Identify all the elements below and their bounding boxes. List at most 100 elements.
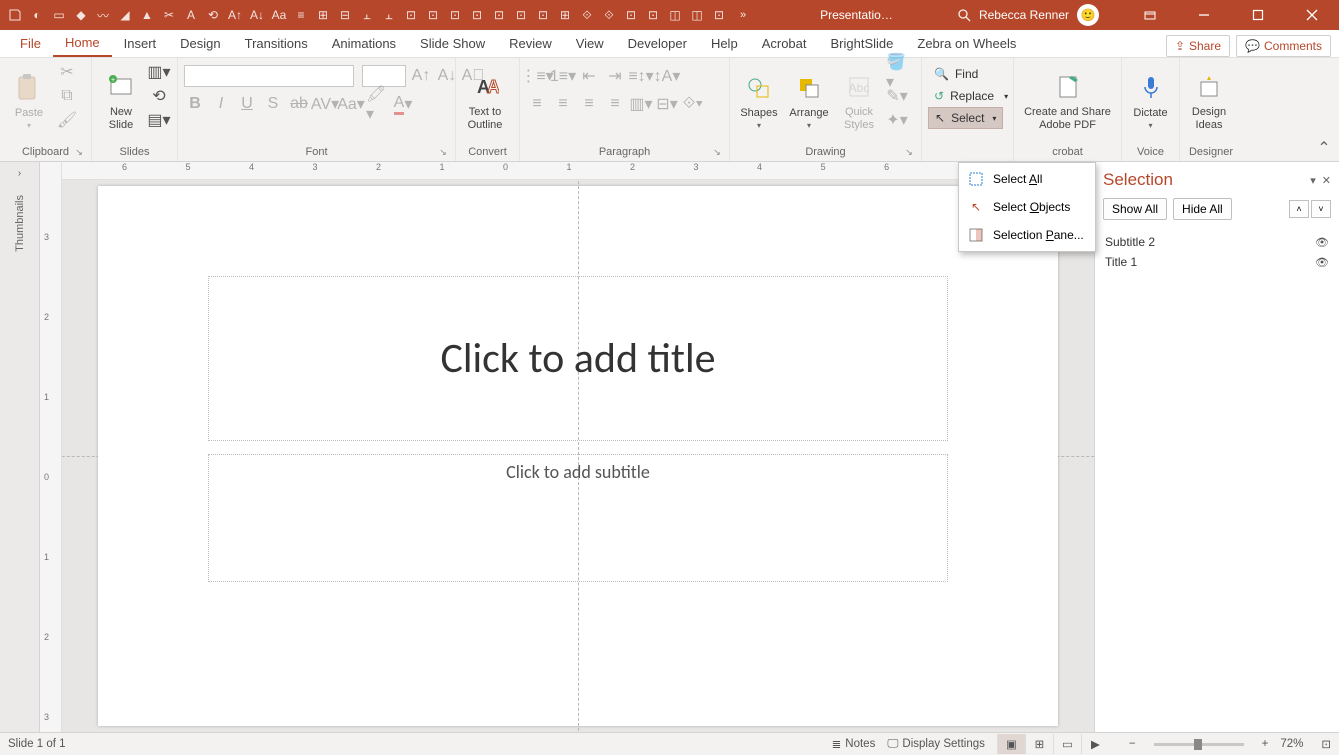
title-placeholder[interactable]: Click to add title [208, 276, 948, 441]
align-right-button[interactable]: ≡ [578, 93, 600, 115]
shadow-button[interactable]: S [262, 93, 284, 115]
qat-icon[interactable]: A↑ [226, 6, 244, 24]
slide-count-label[interactable]: Slide 1 of 1 [8, 738, 66, 750]
user-name[interactable]: Rebecca Renner [979, 8, 1069, 22]
grow-font-button[interactable]: A↑ [410, 65, 432, 87]
tab-home[interactable]: Home [53, 29, 112, 57]
zoom-level[interactable]: 72% [1280, 738, 1303, 750]
normal-view-button[interactable]: ▣ [997, 734, 1025, 754]
shrink-font-button[interactable]: A↓ [436, 65, 458, 87]
shape-fill-button[interactable]: 🪣▾ [886, 61, 908, 83]
slide-canvas[interactable]: Click to add title Click to add subtitle [62, 180, 1094, 732]
pane-options-icon[interactable]: ▾ [1310, 174, 1316, 187]
dialog-launcher-icon[interactable]: ↘ [903, 147, 915, 159]
qat-icon[interactable]: ⊡ [644, 6, 662, 24]
display-settings-button[interactable]: 🖵Display Settings [887, 738, 985, 751]
comments-button[interactable]: 💬Comments [1236, 35, 1331, 57]
qat-icon[interactable]: ◆ [72, 6, 90, 24]
show-all-button[interactable]: Show All [1103, 198, 1167, 220]
minimize-button[interactable] [1181, 0, 1227, 30]
qat-icon[interactable]: ⊡ [534, 6, 552, 24]
maximize-button[interactable] [1235, 0, 1281, 30]
bring-forward-button[interactable]: ˄ [1289, 200, 1309, 218]
design-ideas-button[interactable]: Design Ideas [1186, 61, 1232, 141]
visibility-toggle-icon[interactable]: 👁 [1315, 256, 1329, 269]
qat-icon[interactable]: ⊟ [336, 6, 354, 24]
autosave-icon[interactable] [6, 6, 24, 24]
numbering-button[interactable]: 1≡▾ [552, 65, 574, 87]
underline-button[interactable]: U [236, 93, 258, 115]
qat-icon[interactable]: ◫ [666, 6, 684, 24]
send-backward-button[interactable]: ˅ [1311, 200, 1331, 218]
close-button[interactable] [1289, 0, 1335, 30]
tab-insert[interactable]: Insert [112, 29, 169, 57]
collapse-ribbon-button[interactable]: ⌃ [1315, 139, 1333, 157]
shape-outline-button[interactable]: ✎▾ [886, 85, 908, 107]
share-button[interactable]: ⇪Share [1166, 35, 1230, 57]
text-direction-button[interactable]: ↕A▾ [656, 65, 678, 87]
qat-overflow[interactable]: » [736, 9, 750, 21]
tab-zebra[interactable]: Zebra on Wheels [905, 29, 1028, 57]
qat-icon[interactable]: ⊡ [424, 6, 442, 24]
qat-icon[interactable]: ⊞ [314, 6, 332, 24]
qat-icon[interactable]: A↓ [248, 6, 266, 24]
qat-icon[interactable]: Aa [270, 6, 288, 24]
tab-acrobat[interactable]: Acrobat [750, 29, 819, 57]
select-all-item[interactable]: Select All [959, 165, 1095, 193]
find-button[interactable]: 🔍Find [928, 63, 984, 85]
tab-review[interactable]: Review [497, 29, 564, 57]
qat-icon[interactable]: 〰 [94, 6, 112, 24]
arrange-button[interactable]: Arrange▾ [786, 61, 832, 141]
selection-item[interactable]: Title 1 👁 [1105, 252, 1329, 272]
tab-slide-show[interactable]: Slide Show [408, 29, 497, 57]
reading-view-button[interactable]: ▭ [1053, 734, 1081, 754]
hide-all-button[interactable]: Hide All [1173, 198, 1232, 220]
qat-icon[interactable]: ⫠ [358, 6, 376, 24]
dialog-launcher-icon[interactable]: ↘ [711, 147, 723, 159]
align-left-button[interactable]: ≡ [526, 93, 548, 115]
qat-icon[interactable]: ✂ [160, 6, 178, 24]
tab-help[interactable]: Help [699, 29, 750, 57]
bold-button[interactable]: B [184, 93, 206, 115]
qat-icon[interactable]: ⫠ [380, 6, 398, 24]
qat-icon[interactable]: ⊡ [402, 6, 420, 24]
dialog-launcher-icon[interactable]: ↘ [437, 147, 449, 159]
qat-icon[interactable]: ⊞ [556, 6, 574, 24]
reset-button[interactable]: ⟲ [148, 85, 170, 107]
qat-icon[interactable]: ▭ [50, 6, 68, 24]
font-color-button[interactable]: A▾ [392, 93, 414, 115]
cut-button[interactable]: ✂ [56, 61, 78, 83]
char-spacing-button[interactable]: AV▾ [314, 93, 336, 115]
search-icon[interactable] [957, 8, 971, 22]
columns-button[interactable]: ▥▾ [630, 93, 652, 115]
qat-icon[interactable]: ⊡ [468, 6, 486, 24]
section-button[interactable]: ▤▾ [148, 109, 170, 131]
copy-button[interactable]: ⧉ [56, 85, 78, 107]
qat-icon[interactable]: ⊡ [446, 6, 464, 24]
smartart-button[interactable]: ⟐▾ [682, 93, 704, 115]
justify-button[interactable]: ≡ [604, 93, 626, 115]
change-case-button[interactable]: Aa▾ [340, 93, 362, 115]
qat-icon[interactable]: ◢ [116, 6, 134, 24]
qat-icon[interactable]: ◐ [28, 6, 46, 24]
clear-formatting-button[interactable]: A⃠ [462, 65, 484, 87]
thumbnail-rail[interactable]: › Thumbnails [0, 162, 40, 732]
qat-icon[interactable]: ⟲ [204, 6, 222, 24]
qat-icon[interactable]: A [182, 6, 200, 24]
align-text-button[interactable]: ⊟▾ [656, 93, 678, 115]
tab-developer[interactable]: Developer [616, 29, 699, 57]
slide-sorter-button[interactable]: ⊞ [1025, 734, 1053, 754]
tab-animations[interactable]: Animations [320, 29, 408, 57]
line-spacing-button[interactable]: ≡↕▾ [630, 65, 652, 87]
qat-icon[interactable]: ◫ [688, 6, 706, 24]
layout-button[interactable]: ▥▾ [148, 61, 170, 83]
highlight-button[interactable]: 🖍▾ [366, 93, 388, 115]
replace-button[interactable]: ↺Replace▾ [928, 85, 1014, 107]
fit-to-window-button[interactable]: ⊡ [1321, 737, 1331, 751]
font-family-combo[interactable] [184, 65, 354, 87]
tab-design[interactable]: Design [168, 29, 232, 57]
bullets-button[interactable]: ⋮≡▾ [526, 65, 548, 87]
qat-icon[interactable]: ⟐ [600, 6, 618, 24]
qat-icon[interactable]: ⟐ [578, 6, 596, 24]
tab-file[interactable]: File [8, 29, 53, 57]
